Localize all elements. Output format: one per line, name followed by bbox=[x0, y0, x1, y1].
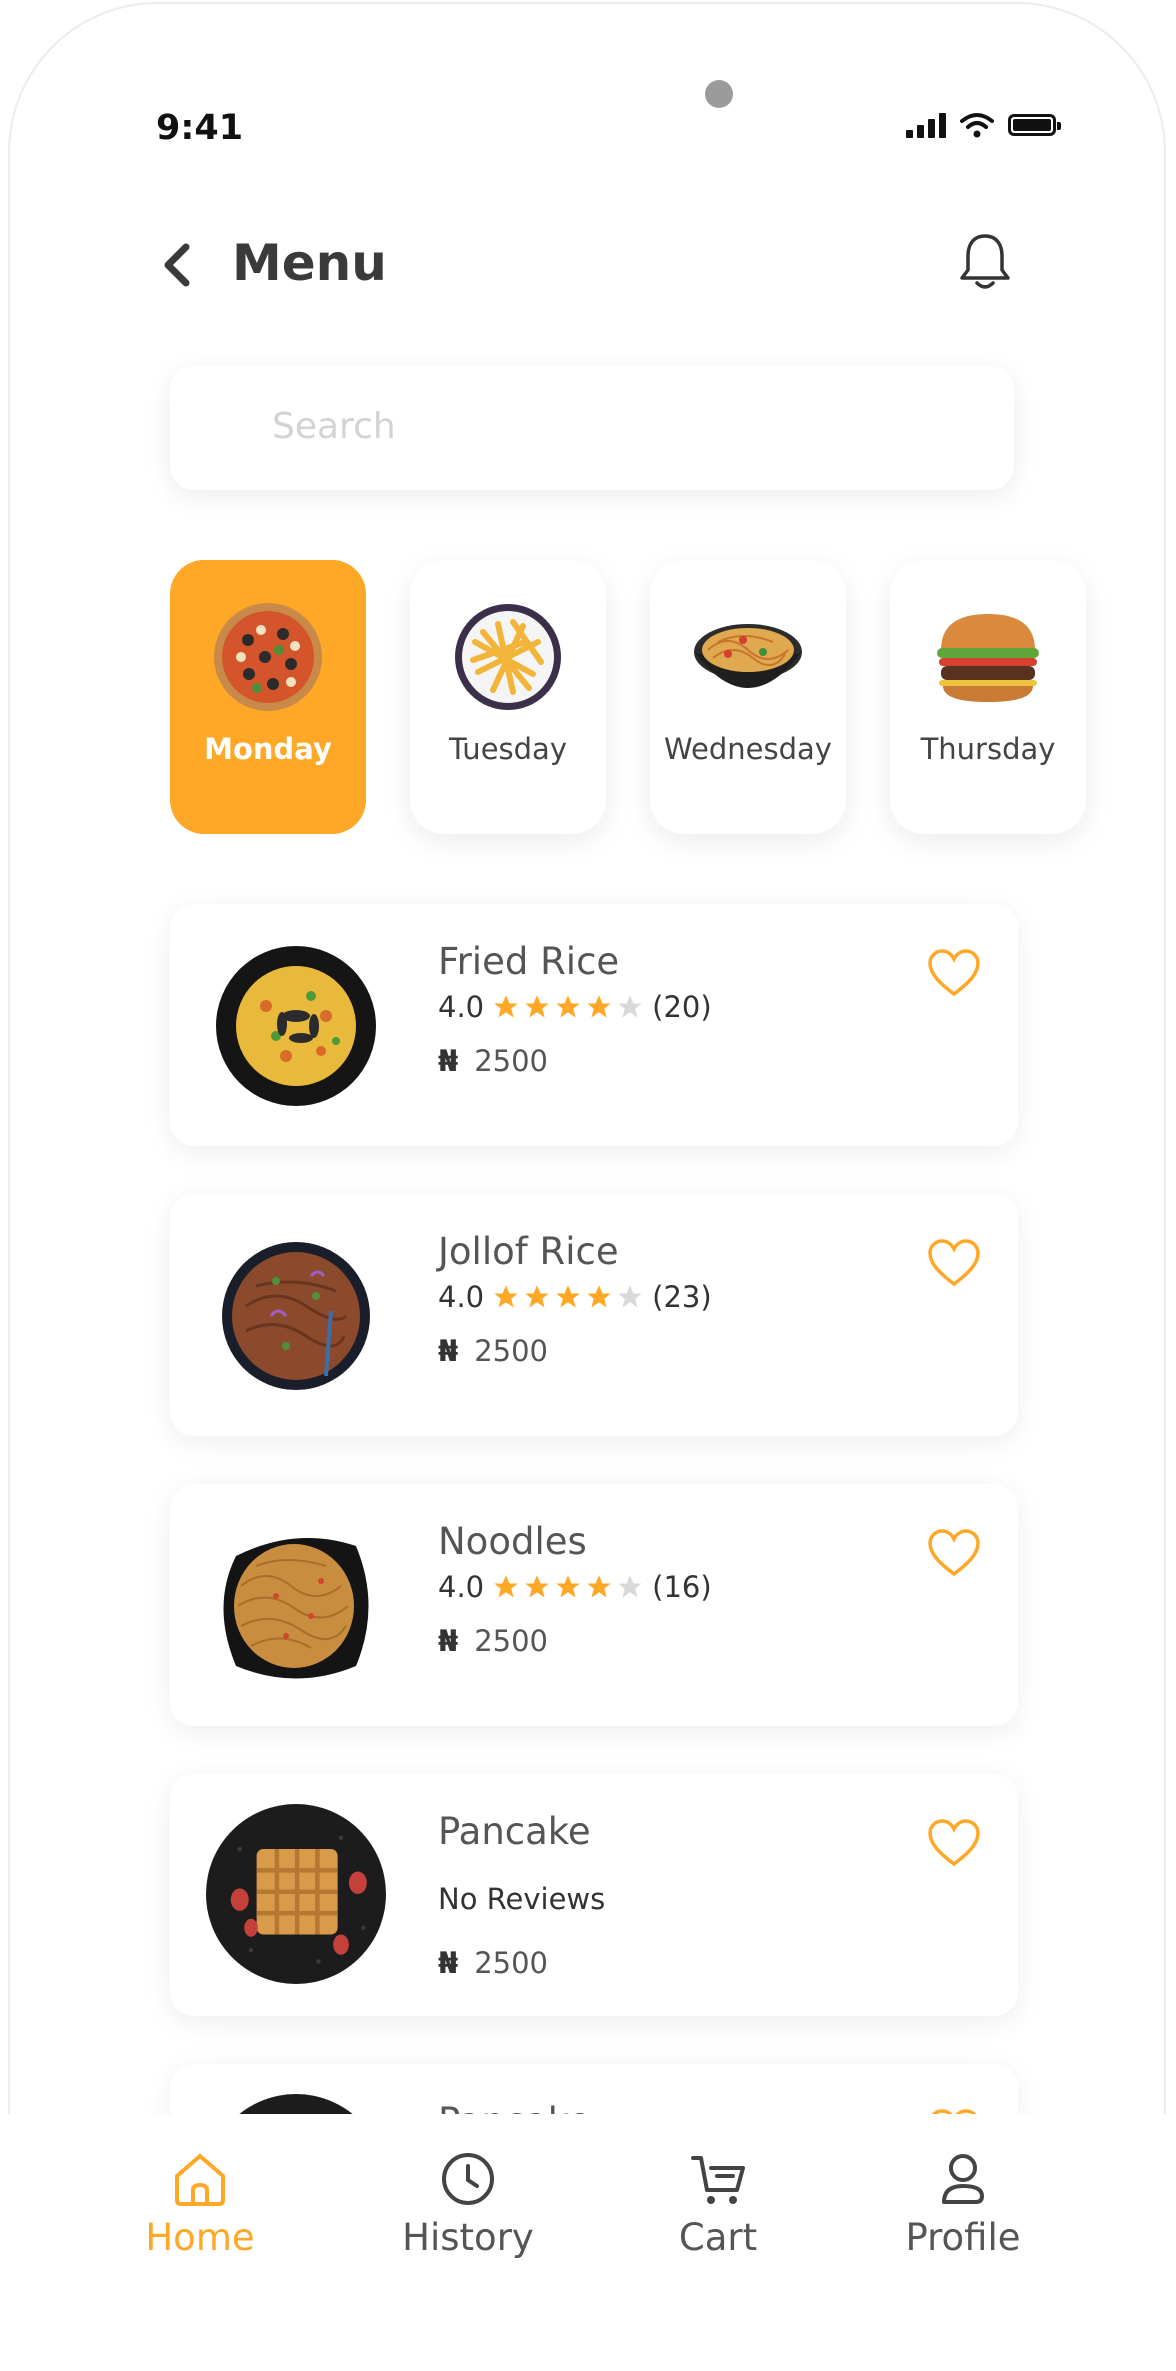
day-label: Tuesday bbox=[449, 732, 567, 766]
rating-value: 4.0 bbox=[438, 990, 485, 1024]
day-label: Thursday bbox=[920, 732, 1056, 766]
currency-symbol: ₦ bbox=[438, 1946, 459, 1980]
star-icon bbox=[556, 995, 580, 1018]
price-value: 2500 bbox=[474, 1334, 548, 1368]
nav-label: Cart bbox=[678, 2216, 758, 2259]
menu-item-card[interactable]: Pancake No Reviews ₦ 2500 bbox=[170, 1774, 1018, 2016]
review-count: (23) bbox=[652, 1280, 712, 1314]
item-rating: 4.0 (16) bbox=[438, 1570, 712, 1604]
star-icon bbox=[525, 1575, 549, 1598]
item-price: ₦ 2500 bbox=[438, 1044, 548, 1078]
favorite-heart-icon[interactable] bbox=[926, 948, 982, 998]
star-icon bbox=[587, 995, 611, 1018]
item-name: Fried Rice bbox=[438, 940, 620, 983]
star-icon bbox=[556, 1575, 580, 1598]
star-empty-icon bbox=[618, 1285, 642, 1308]
user-icon bbox=[942, 2154, 984, 2204]
item-name: Jollof Rice bbox=[438, 1230, 619, 1273]
star-icon bbox=[525, 995, 549, 1018]
burger-icon bbox=[937, 614, 1039, 702]
rating-value: 4.0 bbox=[438, 1280, 485, 1314]
item-price: ₦ 2500 bbox=[438, 1624, 548, 1658]
price-value: 2500 bbox=[474, 1624, 548, 1658]
bottom-navigation: Home History Cart Profile bbox=[8, 2114, 1166, 2364]
nav-label: Home bbox=[145, 2216, 255, 2259]
day-label: Monday bbox=[204, 732, 332, 766]
menu-item-card[interactable]: Jollof Rice 4.0 (23) ₦ 2500 bbox=[170, 1194, 1018, 1436]
item-name: Pancake bbox=[438, 1810, 591, 1853]
star-rating bbox=[492, 993, 644, 1021]
day-tab-wednesday[interactable]: Wednesday bbox=[650, 560, 846, 834]
menu-item-card[interactable]: Fried Rice 4.0 (20) ₦ 2500 bbox=[170, 904, 1018, 1146]
currency-symbol: ₦ bbox=[438, 1624, 459, 1658]
star-rating bbox=[492, 1573, 644, 1601]
nav-cart[interactable]: Cart bbox=[618, 2150, 818, 2259]
clock-icon bbox=[442, 2153, 494, 2205]
review-count: (20) bbox=[652, 990, 712, 1024]
no-reviews-label: No Reviews bbox=[438, 1882, 606, 1916]
page-title: Menu bbox=[232, 234, 387, 292]
item-rating: 4.0 (20) bbox=[438, 990, 712, 1024]
camera-dot bbox=[705, 80, 733, 108]
favorite-heart-icon[interactable] bbox=[926, 1528, 982, 1578]
rating-value: 4.0 bbox=[438, 1570, 485, 1604]
star-icon bbox=[494, 1575, 518, 1598]
star-empty-icon bbox=[618, 995, 642, 1018]
review-count: (16) bbox=[652, 1570, 712, 1604]
day-tab-tuesday[interactable]: Tuesday bbox=[410, 560, 606, 834]
chevron-left-icon bbox=[164, 243, 190, 287]
nav-label: History bbox=[402, 2216, 534, 2259]
star-icon bbox=[494, 995, 518, 1018]
item-rating: 4.0 (23) bbox=[438, 1280, 712, 1314]
signal-icon bbox=[906, 112, 946, 138]
nav-home[interactable]: Home bbox=[100, 2150, 300, 2259]
fries-icon bbox=[455, 604, 561, 710]
item-name: Noodles bbox=[438, 1520, 587, 1563]
battery-icon bbox=[1008, 114, 1061, 136]
jollof-rice-image bbox=[222, 1242, 370, 1390]
phone-frame: 9:41 Menu Search Monday Tuesday Wednesda… bbox=[8, 2, 1166, 2364]
notification-button[interactable] bbox=[958, 230, 1012, 294]
star-icon bbox=[525, 1285, 549, 1308]
noodles-image bbox=[223, 1538, 369, 1679]
star-icon bbox=[556, 1285, 580, 1308]
star-empty-icon bbox=[618, 1575, 642, 1598]
day-tab-monday[interactable]: Monday bbox=[170, 560, 366, 834]
star-icon bbox=[587, 1575, 611, 1598]
back-button[interactable] bbox=[162, 240, 202, 290]
pancake-image bbox=[206, 1804, 386, 1984]
nav-history[interactable]: History bbox=[368, 2150, 568, 2259]
price-value: 2500 bbox=[474, 1044, 548, 1078]
menu-item-card[interactable]: Noodles 4.0 (16) ₦ 2500 bbox=[170, 1484, 1018, 1726]
search-placeholder[interactable]: Search bbox=[272, 406, 396, 447]
item-price: ₦ 2500 bbox=[438, 1334, 548, 1368]
nav-profile[interactable]: Profile bbox=[863, 2150, 1063, 2259]
favorite-heart-icon[interactable] bbox=[926, 1818, 982, 1868]
bell-icon bbox=[960, 234, 1010, 289]
wifi-icon bbox=[960, 113, 994, 138]
item-price: ₦ 2500 bbox=[438, 1946, 548, 1980]
nav-label: Profile bbox=[905, 2216, 1021, 2259]
noodle-bowl-icon bbox=[694, 624, 802, 688]
day-tab-thursday[interactable]: Thursday bbox=[890, 560, 1086, 834]
star-icon bbox=[494, 1285, 518, 1308]
favorite-heart-icon[interactable] bbox=[926, 1238, 982, 1288]
price-value: 2500 bbox=[474, 1946, 548, 1980]
status-icons bbox=[906, 112, 1061, 138]
star-rating bbox=[492, 1283, 644, 1311]
status-time: 9:41 bbox=[156, 108, 244, 148]
day-label: Wednesday bbox=[664, 732, 832, 766]
star-icon bbox=[587, 1285, 611, 1308]
fried-rice-image bbox=[216, 946, 376, 1106]
currency-symbol: ₦ bbox=[438, 1044, 459, 1078]
home-icon bbox=[175, 2154, 225, 2206]
search-field[interactable]: Search bbox=[170, 366, 1014, 490]
pizza-icon bbox=[214, 603, 322, 711]
cart-icon bbox=[691, 2156, 745, 2204]
currency-symbol: ₦ bbox=[438, 1334, 459, 1368]
